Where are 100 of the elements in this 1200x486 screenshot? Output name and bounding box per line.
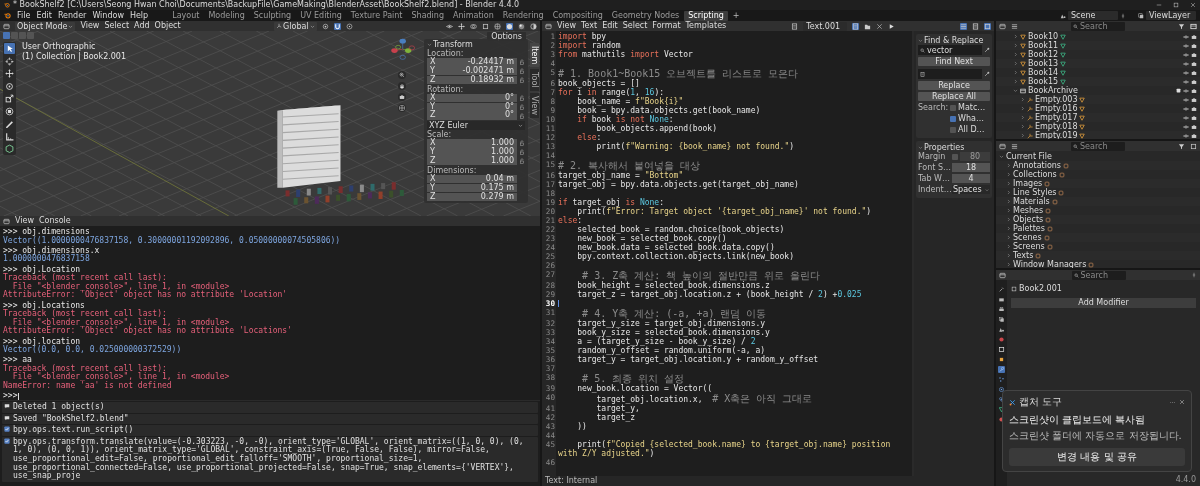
find-next-button[interactable]: Find Next	[918, 57, 990, 66]
workspace-tab[interactable]: Modeling	[204, 10, 249, 21]
outliner-item[interactable]: Book11	[1028, 41, 1059, 50]
replace-all-button[interactable]: Replace All	[918, 92, 990, 101]
checkbox-label[interactable]: Wha…	[958, 114, 984, 123]
number-field[interactable]: Z 0.279 m	[427, 192, 517, 202]
workspace-tab[interactable]: Rendering	[498, 10, 548, 21]
outliner-item[interactable]: Book12	[1028, 50, 1059, 59]
code-line: from mathutils import Vector	[558, 50, 694, 59]
workspace-tab[interactable]: Compositing	[548, 10, 607, 21]
number-field[interactable]: Y 1.000	[427, 147, 517, 157]
report-row[interactable]: Saved "BookShelf2.blend"	[2, 413, 538, 425]
checkbox-label[interactable]: All D…	[958, 125, 985, 134]
menu-item[interactable]: Window	[92, 10, 124, 21]
report-text: bpy.ops.text.run_script()	[13, 426, 135, 435]
workspace-tab[interactable]: UV Editing	[296, 10, 346, 21]
tree-item[interactable]: Materials	[1013, 197, 1050, 206]
add-workspace-button[interactable]: +	[728, 10, 744, 21]
number-field[interactable]: Y 0.175 m	[427, 183, 517, 193]
indent-dropdown[interactable]: Spaces	[952, 185, 990, 194]
number-field[interactable]: Y -0.002471 m	[427, 66, 517, 76]
outliner-item[interactable]: Empty.017	[1035, 113, 1078, 122]
number-field[interactable]: X 0.04 m	[427, 174, 517, 184]
tree-item[interactable]: Window Managers	[1013, 260, 1087, 268]
outliner-item[interactable]: Book10	[1028, 32, 1059, 41]
outliner-item[interactable]: Book14	[1028, 68, 1059, 77]
console-output: Vector((1.0000000476837158, 0.30000001192092896, 0.05000000074505806))	[3, 236, 342, 246]
report-text: use_proportional_edit=False, proportional_edit_falloff='SMOOTH', proportional_size=1, use_proportional_connected=False, use_proportional_projected=False, snap=True, snap_elements={'VERTEX'}, use_snap_proje	[13, 454, 515, 481]
menu-item[interactable]: View	[80, 21, 100, 31]
workspace-tab[interactable]: Sculpting	[249, 10, 296, 21]
tree-item[interactable]: Objects	[1013, 215, 1044, 224]
menu-item[interactable]: Select	[622, 21, 648, 31]
tree-item[interactable]: Collections	[1013, 170, 1057, 179]
tree-item[interactable]: Meshes	[1013, 206, 1044, 215]
menu-item[interactable]: Add	[134, 21, 150, 31]
view-layer-field[interactable]: ViewLayer	[1146, 11, 1196, 20]
outliner-item[interactable]: Empty.018	[1035, 122, 1078, 131]
search-field[interactable]: Search	[1071, 141, 1125, 151]
number-field[interactable]: X -0.24417 m	[427, 58, 517, 67]
menu-item[interactable]: Console	[39, 216, 71, 226]
report-row[interactable]: Deleted 1 object(s)	[2, 402, 538, 413]
tree-item[interactable]: Scenes	[1013, 233, 1042, 242]
menu-item[interactable]: Text	[581, 21, 598, 31]
tree-item[interactable]: Annotations	[1013, 161, 1062, 170]
tree-item[interactable]: Images	[1013, 179, 1043, 188]
outliner-item[interactable]: Book13	[1028, 59, 1059, 68]
search-field[interactable]: Search	[1071, 21, 1125, 31]
menu-item[interactable]: Help	[129, 10, 149, 21]
outliner-item[interactable]: Empty.003	[1035, 95, 1078, 104]
menu-item[interactable]: Templates	[685, 21, 727, 31]
search-field[interactable]: vector	[918, 45, 982, 55]
rotation-mode-dropdown[interactable]: XYZ Euler	[427, 121, 525, 131]
menu-item[interactable]: View	[15, 216, 34, 226]
outliner-item[interactable]: Empty.016	[1035, 104, 1078, 113]
tree-item[interactable]: Texts	[1013, 251, 1034, 260]
scene-field[interactable]: Scene	[1068, 11, 1118, 20]
menu-item[interactable]: Format	[652, 21, 681, 31]
text-name-field[interactable]: Text.001	[803, 21, 848, 31]
outliner-item[interactable]: BookArchive	[1028, 86, 1078, 95]
tree-item[interactable]: Palettes	[1013, 224, 1045, 233]
sidebar-tab[interactable]: View	[530, 92, 539, 118]
number-field[interactable]: Z 0.18932 m	[427, 75, 517, 85]
orientation-dropdown[interactable]: Global	[274, 21, 317, 31]
tree-item[interactable]: Line Styles	[1013, 188, 1057, 197]
tree-item[interactable]: Current File	[1006, 152, 1052, 161]
workspace-tab[interactable]: Layout	[168, 10, 204, 21]
sidebar-tab[interactable]: Tool	[530, 69, 539, 91]
replace-button[interactable]: Replace	[918, 81, 990, 90]
workspace-tab[interactable]: Scripting	[684, 10, 728, 21]
console-command: >>> aa	[3, 356, 32, 365]
search-field[interactable]: Search	[1071, 270, 1126, 280]
report-row[interactable]: bpy.ops.text.run_script()	[2, 425, 538, 436]
number-field[interactable]: X 1.000	[427, 139, 517, 148]
outliner-item[interactable]: Empty.019	[1035, 131, 1078, 139]
number-field[interactable]: 18	[952, 163, 990, 172]
menu-item[interactable]: Render	[57, 10, 87, 21]
mode-dropdown[interactable]: Object Mode	[15, 21, 76, 31]
number-field[interactable]: 80	[960, 152, 990, 161]
code-line: import random	[558, 41, 621, 50]
workspace-tab[interactable]: Geometry Nodes	[607, 10, 684, 21]
sidebar-tab[interactable]: Item	[530, 43, 539, 68]
share-button[interactable]: 변경 내용 및 공유	[1009, 448, 1185, 466]
outliner-item[interactable]: Book15	[1028, 77, 1059, 86]
number-field[interactable]: Z 1.000	[427, 156, 517, 166]
workspace-tab[interactable]: Texture Paint	[346, 10, 407, 21]
number-field[interactable]: X 0°	[427, 93, 517, 103]
report-text: Deleted 1 object(s)	[13, 403, 106, 412]
add-modifier-button[interactable]: Add Modifier	[1011, 298, 1196, 308]
menu-item[interactable]: Select	[104, 21, 130, 31]
workspace-tab[interactable]: Shading	[407, 10, 448, 21]
menu-item[interactable]: Edit	[602, 21, 618, 31]
menu-item[interactable]: Object	[154, 21, 181, 31]
workspace-tab[interactable]: Animation	[449, 10, 498, 21]
checkbox-label[interactable]: Matc…	[958, 103, 986, 112]
tree-item[interactable]: Screens	[1013, 242, 1045, 251]
number-field[interactable]: Z 0°	[427, 111, 517, 121]
number-field[interactable]: 4	[952, 174, 990, 183]
menu-item[interactable]: File	[17, 10, 31, 21]
menu-item[interactable]: View	[557, 21, 576, 31]
menu-item[interactable]: Edit	[36, 10, 52, 21]
